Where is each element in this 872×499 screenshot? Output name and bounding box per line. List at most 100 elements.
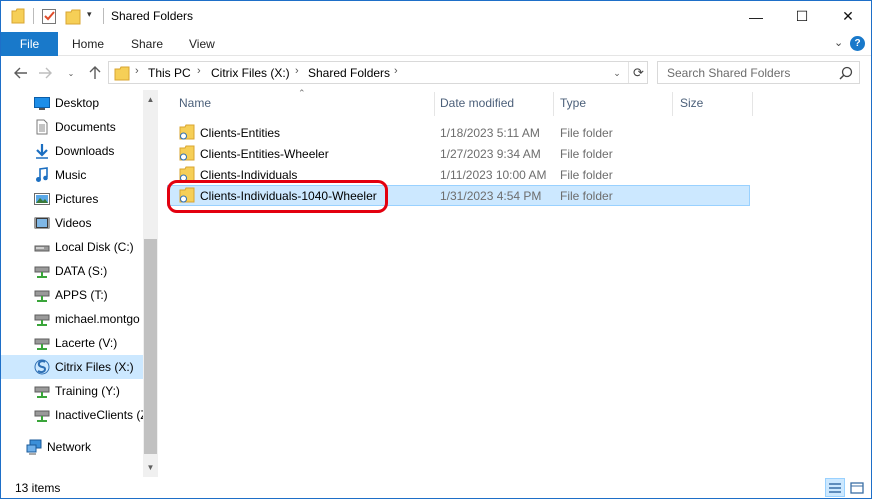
sidebar-item-local-disk[interactable]: Local Disk (C:) xyxy=(1,235,143,259)
folder-location-icon xyxy=(114,66,130,81)
sidebar-item-label: Local Disk (C:) xyxy=(55,240,134,254)
ribbon-tabs: File Home Share View ⌄ ? xyxy=(1,32,871,56)
file-name: Clients-Entities-Wheeler xyxy=(200,147,329,161)
sidebar-item-label: michael.montgo xyxy=(55,312,140,326)
sidebar-item-label: Downloads xyxy=(55,144,115,158)
downloads-icon xyxy=(36,144,48,159)
maximize-button[interactable]: ☐ xyxy=(779,1,825,32)
crumb-separator-icon[interactable]: › xyxy=(394,65,398,77)
sidebar-item-music[interactable]: Music xyxy=(1,163,143,187)
desktop-icon xyxy=(34,97,50,110)
file-type: File folder xyxy=(560,189,613,203)
qa-separator xyxy=(33,8,34,24)
file-date-modified: 1/11/2023 10:00 AM xyxy=(440,168,547,182)
sidebar-item-pictures[interactable]: Pictures xyxy=(1,187,143,211)
file-explorer-window: ▾ Shared Folders — ☐ ✕ File Home Share V… xyxy=(0,0,872,499)
address-bar[interactable]: › This PC › Citrix Files (X:) › Shared F… xyxy=(108,61,648,84)
minimize-button[interactable]: — xyxy=(733,1,779,32)
file-row[interactable]: Clients-Entities-Wheeler 1/27/2023 9:34 … xyxy=(167,143,750,164)
tab-home[interactable]: Home xyxy=(72,32,104,56)
sidebar-item-documents[interactable]: Documents xyxy=(1,115,143,139)
sidebar-item-label: DATA (S:) xyxy=(55,264,108,278)
help-icon[interactable]: ? xyxy=(850,36,865,51)
tab-file[interactable]: File xyxy=(1,32,58,56)
sidebar-item-downloads[interactable]: Downloads xyxy=(1,139,143,163)
breadcrumb-citrix-files[interactable]: Citrix Files (X:) xyxy=(211,66,290,80)
sidebar-item-inactive-clients-drive[interactable]: InactiveClients (Z xyxy=(1,403,143,427)
scroll-up-icon[interactable]: ▲ xyxy=(143,92,158,107)
file-list: ⌃ Name Date modified Type Size Clients-E… xyxy=(158,88,871,477)
properties-icon[interactable] xyxy=(41,7,57,25)
scroll-down-icon[interactable]: ▼ xyxy=(143,460,158,475)
sidebar-scrollbar[interactable]: ▲ ▼ xyxy=(143,90,158,477)
sidebar-item-network[interactable]: Network xyxy=(1,435,143,459)
column-header-size[interactable]: Size xyxy=(674,90,752,116)
column-header-type[interactable]: Type xyxy=(554,90,672,116)
column-divider[interactable] xyxy=(672,92,673,116)
title-bar: ▾ Shared Folders — ☐ ✕ xyxy=(1,1,871,32)
tab-share[interactable]: Share xyxy=(131,32,163,56)
title-separator xyxy=(103,8,104,24)
search-icon[interactable] xyxy=(839,66,853,80)
local-disk-icon xyxy=(34,245,50,252)
up-arrow-icon[interactable] xyxy=(85,63,105,83)
details-view-icon[interactable] xyxy=(825,478,845,497)
file-row[interactable]: Clients-Entities 1/18/2023 5:11 AM File … xyxy=(167,122,750,143)
breadcrumb-shared-folders[interactable]: Shared Folders xyxy=(308,66,390,80)
sidebar-item-apps-drive[interactable]: APPS (T:) xyxy=(1,283,143,307)
expand-ribbon-icon[interactable]: ⌄ xyxy=(834,36,843,49)
scrollbar-thumb[interactable] xyxy=(144,239,157,454)
file-type: File folder xyxy=(560,147,613,161)
sidebar-item-label: Citrix Files (X:) xyxy=(55,360,134,374)
refresh-icon[interactable]: ⟳ xyxy=(628,62,648,83)
back-arrow-icon[interactable] xyxy=(11,63,31,83)
network-drive-icon xyxy=(34,314,50,326)
sidebar-item-label: InactiveClients (Z xyxy=(55,408,143,422)
sidebar-item-training-drive[interactable]: Training (Y:) xyxy=(1,379,143,403)
column-header-name[interactable]: Name xyxy=(173,90,434,116)
sidebar-item-desktop[interactable]: Desktop xyxy=(1,91,143,115)
synced-folder-icon xyxy=(179,124,195,140)
column-header-date-modified[interactable]: Date modified xyxy=(434,90,553,116)
file-date-modified: 1/27/2023 9:34 AM xyxy=(440,147,541,161)
recent-locations-dropdown-icon[interactable]: ⌄ xyxy=(61,63,81,83)
file-date-modified: 1/18/2023 5:11 AM xyxy=(440,126,540,140)
customize-qa-dropdown-icon[interactable]: ▾ xyxy=(87,9,92,27)
network-drive-icon xyxy=(34,338,50,350)
search-input[interactable] xyxy=(658,62,838,83)
network-drive-icon xyxy=(34,410,50,422)
crumb-separator-icon[interactable]: › xyxy=(295,65,299,77)
sidebar-item-lacerte-drive[interactable]: Lacerte (V:) xyxy=(1,331,143,355)
sidebar-item-data-drive[interactable]: DATA (S:) xyxy=(1,259,143,283)
address-dropdown-icon[interactable]: ⌄ xyxy=(609,65,625,81)
sidebar-item-label: Pictures xyxy=(55,192,99,206)
sidebar-item-citrix-files[interactable]: Citrix Files (X:) xyxy=(1,355,143,379)
sidebar-item-user-drive[interactable]: michael.montgo xyxy=(1,307,143,331)
sidebar-item-label: Desktop xyxy=(55,96,100,110)
network-drive-icon xyxy=(34,266,50,278)
file-date-modified: 1/31/2023 4:54 PM xyxy=(440,189,542,203)
crumb-separator-icon[interactable]: › xyxy=(135,65,139,77)
breadcrumb-this-pc[interactable]: This PC xyxy=(148,66,191,80)
column-divider[interactable] xyxy=(752,92,753,116)
new-folder-icon[interactable] xyxy=(65,7,81,25)
large-icons-view-icon[interactable] xyxy=(847,478,867,497)
sidebar-item-videos[interactable]: Videos xyxy=(1,211,143,235)
file-type: File folder xyxy=(560,126,613,140)
documents-icon xyxy=(36,119,48,135)
music-icon xyxy=(36,167,48,182)
folder-small-icon xyxy=(11,8,25,24)
search-box[interactable] xyxy=(657,61,860,84)
citrix-files-icon xyxy=(34,359,50,375)
tab-view[interactable]: View xyxy=(189,32,215,56)
crumb-separator-icon[interactable]: › xyxy=(197,65,201,77)
navigation-bar: ⌄ › This PC › Citrix Files (X:) › Shared… xyxy=(1,57,871,90)
sidebar-item-label: Videos xyxy=(55,216,92,230)
pictures-icon xyxy=(34,193,50,205)
file-name: Clients-Entities xyxy=(200,126,281,140)
forward-arrow-icon[interactable] xyxy=(35,63,55,83)
close-button[interactable]: ✕ xyxy=(825,1,871,32)
item-count: 13 items xyxy=(15,481,61,495)
network-drive-icon xyxy=(34,290,50,302)
navigation-pane: Desktop Documents Downloads Music Pictur… xyxy=(1,90,158,477)
